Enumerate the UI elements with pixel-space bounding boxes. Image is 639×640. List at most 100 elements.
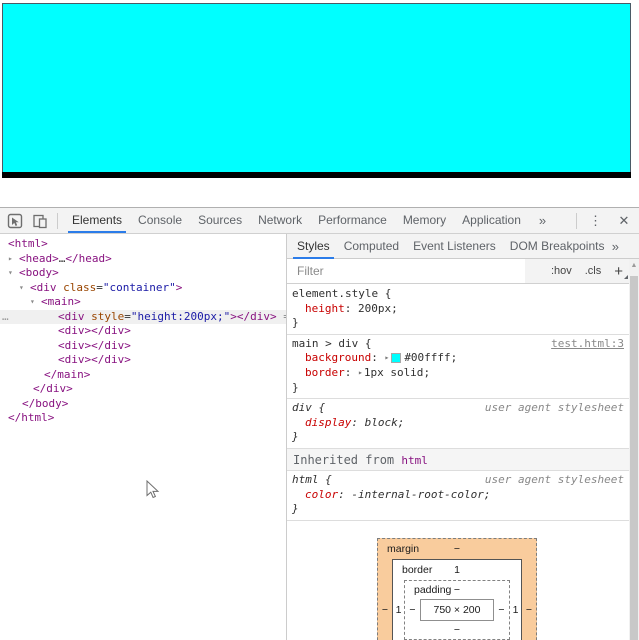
- dom-tree-row[interactable]: <div></div>: [0, 353, 286, 368]
- css-property-name[interactable]: height: [305, 302, 345, 317]
- dom-tree-row[interactable]: </div>: [0, 382, 286, 397]
- css-property-name[interactable]: background: [305, 351, 371, 366]
- rule-close-line: }: [287, 316, 629, 331]
- css-property-name[interactable]: border: [305, 366, 345, 381]
- tab-console[interactable]: Console: [130, 208, 190, 233]
- dom-tree-row[interactable]: ▾ <body>: [0, 266, 286, 281]
- box-model-content-size: 750 × 200: [420, 598, 494, 621]
- css-declaration[interactable]: height: 200px;: [287, 302, 629, 317]
- box-model-border-right-value: 1: [512, 603, 519, 616]
- tab-network[interactable]: Network: [250, 208, 310, 233]
- styles-content: element.style {height: 200px;} main > div…: [287, 285, 629, 640]
- rule-close-line: }: [287, 502, 629, 517]
- dom-node-text: <div class="container">: [30, 280, 183, 294]
- box-model-padding-left-value: −: [409, 603, 416, 616]
- styles-sidebar: Styles Computed Event Listeners DOM Breakpo…: [287, 234, 639, 640]
- new-style-rule-button[interactable]: +: [614, 264, 628, 279]
- rule-selector[interactable]: html: [292, 473, 319, 488]
- rule-close-line: }: [287, 381, 629, 396]
- styles-tabs: Styles Computed Event Listeners DOM Breakpo…: [290, 234, 612, 259]
- device-toolbar-icon[interactable]: [32, 213, 48, 229]
- css-declaration[interactable]: display: block;: [287, 416, 629, 431]
- styles-tab-dom-breakpoints[interactable]: DOM Breakpoints: [503, 234, 612, 258]
- tab-performance[interactable]: Performance: [310, 208, 395, 233]
- styles-tab-bar: Styles Computed Event Listeners DOM Breakpo…: [287, 234, 639, 259]
- rule-selector[interactable]: main > div: [292, 337, 358, 352]
- more-tabs-button[interactable]: »: [529, 208, 556, 233]
- style-rule: div {user agent stylesheet display: block…: [287, 399, 629, 449]
- box-model-border-top-value: 1: [454, 563, 460, 576]
- devtools-close-button[interactable]: ✕: [609, 213, 639, 229]
- disclosure-arrow-icon[interactable]: ▸: [8, 252, 13, 267]
- box-model-padding-right-value: −: [498, 603, 505, 616]
- scrollbar-up-icon[interactable]: ▲: [629, 259, 639, 273]
- color-swatch[interactable]: [391, 353, 402, 364]
- rule-selector-line: html {user agent stylesheet: [287, 473, 629, 488]
- dom-tree-row[interactable]: </body>: [0, 397, 286, 412]
- rule-open-brace: {: [318, 472, 332, 486]
- expand-shorthand-icon[interactable]: ▸: [358, 366, 363, 381]
- devtools-window: Elements Console Sources Network Performance…: [0, 207, 639, 640]
- toggle-hover-state-button[interactable]: :hov: [551, 265, 572, 277]
- dom-tree-row[interactable]: ▾ <main>: [0, 295, 286, 310]
- stylesheet-origin: user agent stylesheet: [484, 401, 624, 415]
- rule-close-brace: }: [292, 316, 299, 330]
- styles-tab-styles[interactable]: Styles: [290, 234, 337, 259]
- styles-filter-row: :hov .cls +: [287, 259, 639, 284]
- box-model-margin: margin − − border 1 1 padding − − 750 × …: [377, 537, 537, 640]
- rule-selector[interactable]: div: [292, 401, 312, 416]
- rule-selector-line: main > div {test.html:3: [287, 337, 629, 352]
- expand-shorthand-icon[interactable]: ▸: [384, 351, 389, 366]
- css-property-name[interactable]: display: [305, 416, 351, 431]
- dom-tree-row[interactable]: … <div style="height:200px;"></div> == $0: [0, 309, 286, 324]
- devtools-toolbar: Elements Console Sources Network Performance…: [0, 208, 639, 234]
- dom-tree-row[interactable]: <div></div>: [0, 324, 286, 339]
- mouse-cursor: [146, 480, 160, 499]
- tab-memory[interactable]: Memory: [395, 208, 454, 233]
- css-property-name[interactable]: color: [305, 488, 338, 503]
- dom-tree-row[interactable]: </main>: [0, 368, 286, 383]
- box-model-margin-right-value: −: [525, 603, 533, 616]
- styles-more-tabs-button[interactable]: »: [612, 239, 619, 254]
- css-property-value[interactable]: block: [365, 416, 398, 431]
- stylesheet-link[interactable]: test.html:3: [551, 337, 624, 352]
- css-property-value[interactable]: 1px solid: [364, 366, 424, 381]
- css-property-value[interactable]: -internal-root-color: [351, 488, 483, 503]
- rule-close-line: }: [287, 430, 629, 445]
- css-declaration[interactable]: border: ▸ 1px solid;: [287, 366, 629, 381]
- page-cyan-div: [2, 3, 631, 172]
- inherited-tag-link[interactable]: html: [401, 454, 428, 467]
- dom-node-text: <head>…</head>: [19, 251, 112, 265]
- toolbar-separator: [576, 212, 577, 229]
- toggle-element-classes-button[interactable]: .cls: [585, 265, 602, 277]
- disclosure-arrow-icon[interactable]: ▾: [8, 266, 13, 281]
- scrollbar-thumb[interactable]: [630, 276, 638, 640]
- rule-selector-line: div {user agent stylesheet: [287, 401, 629, 416]
- tab-sources[interactable]: Sources: [190, 208, 250, 233]
- styles-filter-input[interactable]: [287, 259, 525, 283]
- css-declaration[interactable]: color: -internal-root-color;: [287, 488, 629, 503]
- box-model-padding-bottom-value: −: [453, 623, 461, 636]
- dom-tree-row[interactable]: <div></div>: [0, 339, 286, 354]
- dom-node-text: <div></div>: [58, 324, 131, 337]
- devtools-menu-button[interactable]: ⋮: [583, 213, 609, 229]
- dom-tree-row[interactable]: <html>: [0, 237, 286, 252]
- style-rule: element.style {height: 200px;}: [287, 285, 629, 335]
- styles-tab-event-listeners[interactable]: Event Listeners: [406, 234, 503, 258]
- dom-node-text: <html>: [8, 237, 48, 250]
- styles-tab-computed[interactable]: Computed: [337, 234, 406, 258]
- css-declaration[interactable]: background: ▸ #00ffff;: [287, 351, 629, 366]
- dom-tree-row[interactable]: </html>: [0, 411, 286, 426]
- rule-selector[interactable]: element.style: [292, 287, 378, 302]
- tab-elements[interactable]: Elements: [64, 208, 130, 233]
- disclosure-arrow-icon[interactable]: ▾: [30, 295, 35, 310]
- tab-application[interactable]: Application: [454, 208, 529, 233]
- css-property-value[interactable]: 200px: [358, 302, 391, 317]
- dom-tree-row[interactable]: ▸ <head>…</head>: [0, 252, 286, 267]
- css-property-value[interactable]: #00ffff: [404, 351, 450, 366]
- styles-scrollbar[interactable]: ▲: [629, 259, 639, 640]
- disclosure-arrow-icon[interactable]: ▾: [19, 281, 24, 296]
- dom-tree-row[interactable]: ▾ <div class="container">: [0, 281, 286, 296]
- box-model-diagram: margin − − border 1 1 padding − − 750 × …: [287, 521, 629, 640]
- inspect-element-icon[interactable]: [7, 213, 23, 229]
